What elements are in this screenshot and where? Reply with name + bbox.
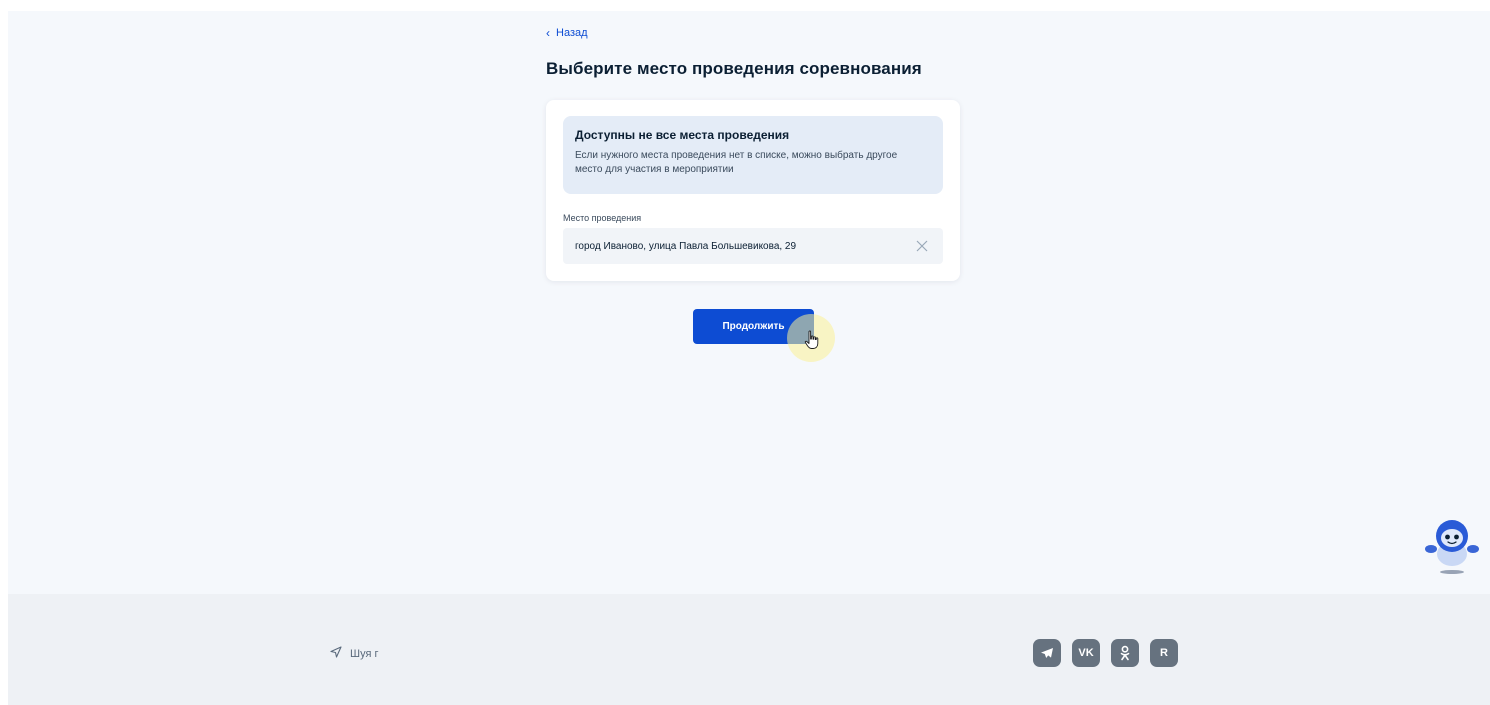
- social-links: VK R: [1033, 639, 1178, 667]
- location-selector[interactable]: Шуя г: [330, 646, 378, 661]
- page-title: Выберите место проведения соревнования: [546, 59, 922, 78]
- venue-card: Доступны не все места проведения Если ну…: [546, 100, 960, 281]
- main-content: ‹ Назад Выберите место проведения соревн…: [8, 11, 1490, 594]
- odnoklassniki-icon[interactable]: [1111, 639, 1139, 667]
- chevron-left-icon: ‹: [546, 26, 550, 40]
- location-label: Шуя г: [350, 647, 379, 660]
- venue-field-label: Место проведения: [563, 213, 642, 223]
- notice-title: Доступны не все места проведения: [575, 128, 790, 142]
- info-notice: Доступны не все места проведения Если ну…: [563, 116, 943, 194]
- back-link[interactable]: ‹ Назад: [546, 27, 588, 39]
- page: ‹ Назад Выберите место проведения соревн…: [8, 11, 1490, 705]
- venue-input[interactable]: [575, 240, 913, 252]
- assistant-robot-icon[interactable]: [1423, 516, 1481, 576]
- telegram-icon[interactable]: [1033, 639, 1061, 667]
- venue-field: [563, 228, 943, 264]
- continue-button[interactable]: Продолжить: [693, 309, 814, 344]
- location-arrow-icon: [330, 646, 342, 661]
- footer: Шуя г VK R: [8, 594, 1490, 705]
- vk-icon[interactable]: VK: [1072, 639, 1100, 667]
- notice-text: Если нужного места проведения нет в спис…: [575, 150, 898, 175]
- clear-icon[interactable]: [913, 237, 931, 255]
- rutube-icon[interactable]: R: [1150, 639, 1178, 667]
- back-link-label: Назад: [556, 27, 588, 39]
